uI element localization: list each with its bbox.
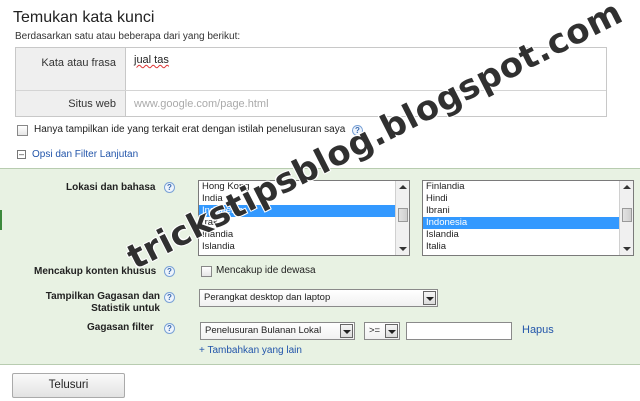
filter-value-input[interactable]	[406, 322, 512, 340]
filter-metric-select[interactable]: Penelusuran Bulanan Lokal	[200, 322, 355, 340]
page-title: Temukan kata kunci	[13, 9, 155, 26]
language-listbox[interactable]: Finlandia Hindi Ibrani Indonesia Islandi…	[422, 180, 634, 256]
device-select[interactable]: Perangkat desktop dan laptop	[199, 289, 438, 307]
location-scrollbar[interactable]	[395, 181, 409, 255]
help-icon[interactable]: ?	[352, 125, 363, 136]
language-option-selected[interactable]: Indonesia	[423, 217, 633, 229]
scroll-up-icon[interactable]	[623, 185, 631, 189]
phrase-input[interactable]: jual tas	[134, 54, 169, 66]
website-input[interactable]: www.google.com/page.html	[134, 98, 269, 110]
location-option[interactable]: India	[199, 193, 409, 205]
location-listbox[interactable]: Hong Kong India Indonesia Irak Irlandia …	[198, 180, 410, 256]
adult-ideas-checkbox[interactable]	[201, 266, 212, 277]
device-select-value: Perangkat desktop dan laptop	[204, 292, 331, 303]
search-button[interactable]: Telusuri	[12, 373, 125, 398]
panel-edge-marker	[0, 210, 2, 230]
help-icon[interactable]: ?	[164, 323, 175, 334]
help-icon[interactable]: ?	[164, 182, 175, 193]
location-label: Lokasi dan bahasa	[66, 182, 156, 193]
chevron-down-icon[interactable]	[423, 291, 436, 305]
language-option[interactable]: Italia	[423, 241, 633, 253]
show-ideas-label: Tampilkan Gagasan dan Statistik untuk	[45, 291, 160, 314]
collapse-icon[interactable]: –	[17, 150, 26, 159]
chevron-down-icon[interactable]	[385, 324, 398, 338]
adult-ideas-label: Mencakup ide dewasa	[216, 265, 316, 276]
special-content-label: Mencakup konten khusus	[34, 266, 157, 277]
page-subtitle: Berdasarkan satu atau beberapa dari yang…	[15, 31, 241, 42]
chevron-down-icon[interactable]	[340, 324, 353, 338]
scroll-thumb[interactable]	[398, 208, 408, 222]
keyword-form: Kata atau frasa jual tas Situs web www.g…	[15, 47, 607, 117]
delete-filter-link[interactable]: Hapus	[522, 324, 554, 336]
language-option[interactable]: Islandia	[423, 229, 633, 241]
language-scrollbar[interactable]	[619, 181, 633, 255]
language-option[interactable]: Finlandia	[423, 181, 633, 193]
location-option-selected[interactable]: Indonesia	[199, 205, 409, 217]
filter-operator-select[interactable]: >=	[364, 322, 400, 340]
location-option[interactable]: Hong Kong	[199, 181, 409, 193]
scroll-down-icon[interactable]	[399, 247, 407, 251]
language-option[interactable]: Hindi	[423, 193, 633, 205]
filter-operator-value: >=	[369, 325, 381, 336]
filter-metric-value: Penelusuran Bulanan Lokal	[205, 325, 322, 336]
scroll-thumb[interactable]	[622, 208, 632, 222]
closely-related-label: Hanya tampilkan ide yang terkait erat de…	[34, 124, 346, 135]
location-option[interactable]: Irak	[199, 217, 409, 229]
location-option[interactable]: Irlandia	[199, 229, 409, 241]
phrase-label: Kata atau frasa	[41, 57, 116, 69]
language-option[interactable]: Ibrani	[423, 205, 633, 217]
closely-related-checkbox[interactable]	[17, 125, 28, 136]
add-filter-link[interactable]: + Tambahkan yang lain	[199, 345, 302, 356]
website-label: Situs web	[68, 98, 116, 110]
advanced-options-link[interactable]: Opsi dan Filter Lanjutan	[32, 149, 138, 160]
help-icon[interactable]: ?	[164, 266, 175, 277]
location-option[interactable]: Islandia	[199, 241, 409, 253]
scroll-down-icon[interactable]	[623, 247, 631, 251]
row-divider	[16, 90, 606, 91]
idea-filter-label: Gagasan filter	[87, 322, 154, 333]
scroll-up-icon[interactable]	[399, 185, 407, 189]
help-icon[interactable]: ?	[164, 292, 175, 303]
